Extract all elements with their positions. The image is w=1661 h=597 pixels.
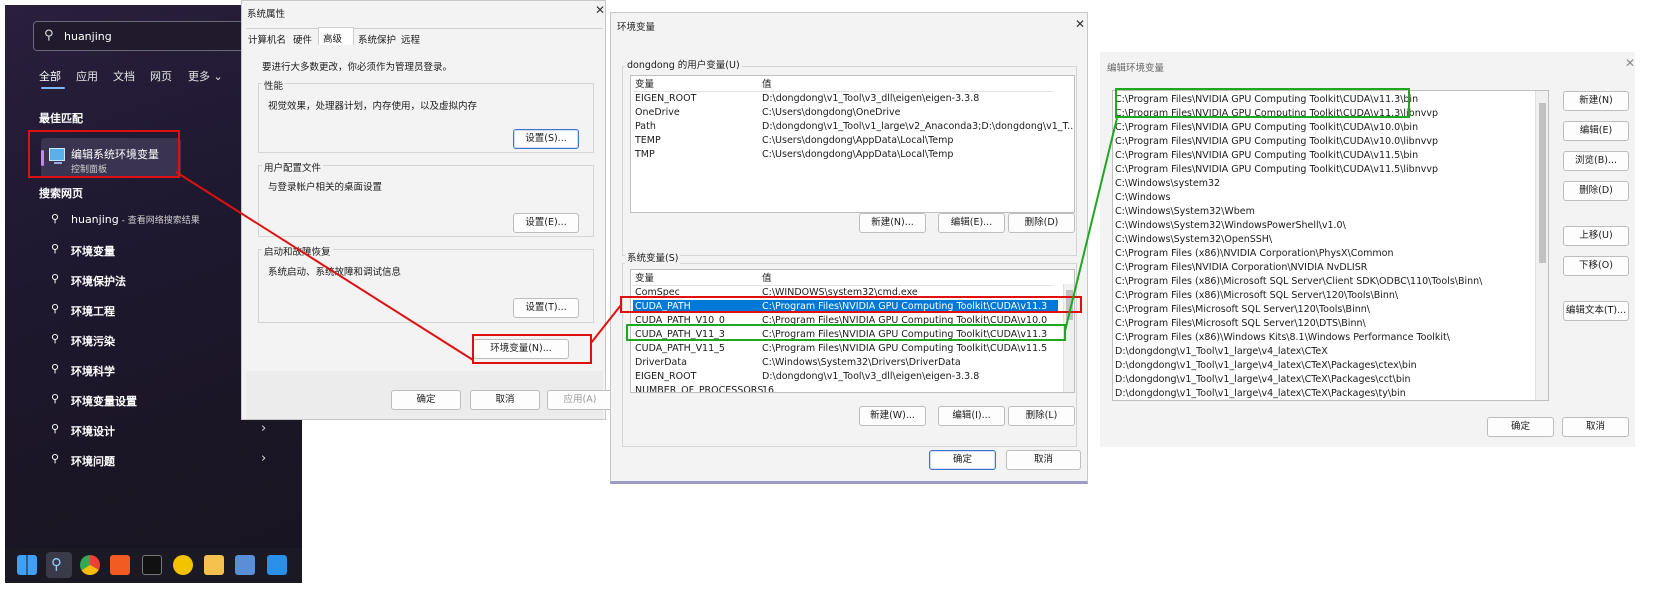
connector-red-2 (590, 304, 622, 344)
annotation-connectors (175, 117, 1118, 361)
connector-green (1064, 117, 1118, 332)
connector-red-1 (175, 171, 474, 361)
